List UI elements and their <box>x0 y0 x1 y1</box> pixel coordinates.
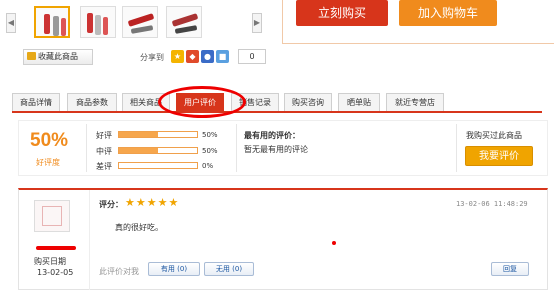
rating-fill <box>119 148 158 153</box>
bought-label: 我购买过此商品 <box>466 131 522 140</box>
add-to-cart-button[interactable]: 加入购物车 <box>399 0 497 26</box>
product-thumbnail[interactable] <box>34 6 70 38</box>
seal-icon <box>42 206 62 226</box>
tab-details[interactable]: 商品详情 <box>12 93 60 111</box>
chevron-right-icon[interactable]: ▶ <box>252 13 262 33</box>
review-timestamp: 13-02-06 11:48:29 <box>456 200 528 208</box>
rating-label-good: 好评 <box>96 131 112 140</box>
divider <box>86 124 87 172</box>
product-thumbnail[interactable] <box>122 6 158 38</box>
rating-bar-good <box>118 131 198 138</box>
redacted-username <box>36 246 76 250</box>
favorite-button[interactable]: 收藏此商品 <box>23 49 93 65</box>
tab-params[interactable]: 商品参数 <box>67 93 117 111</box>
review-text: 真的很好吃。 <box>115 223 163 232</box>
share-count: 0 <box>238 49 266 64</box>
star-icon[interactable]: ★ <box>171 50 184 63</box>
red-dot <box>332 241 336 245</box>
useless-button[interactable]: 无用 (0) <box>204 262 254 276</box>
rating-label-medium: 中评 <box>96 147 112 156</box>
tab-nearby-store[interactable]: 就近专营店 <box>386 93 444 111</box>
most-useful-title: 最有用的评价： <box>244 131 300 140</box>
rating-bar-bad <box>118 162 198 169</box>
divider <box>236 124 237 172</box>
score-label: 评分： <box>99 200 123 209</box>
divider <box>456 124 457 172</box>
star-rating: ★★★★★ <box>125 196 180 209</box>
product-tabs: 商品详情 商品参数 相关商品 用户评价 销售记录 购买咨询 晒单贴 就近专营店 <box>12 93 542 113</box>
product-thumbnail[interactable] <box>80 6 116 38</box>
reply-button[interactable]: 回复 <box>491 262 529 276</box>
write-review-button[interactable]: 我要评价 <box>465 146 533 166</box>
tab-show-order[interactable]: 晒单贴 <box>338 93 380 111</box>
helpful-question: 此评价对我 <box>99 267 139 276</box>
useful-button[interactable]: 有用 (0) <box>148 262 200 276</box>
share-label: 分享到 <box>140 53 164 62</box>
positive-rate: 50% <box>30 130 69 151</box>
avatar <box>34 200 70 232</box>
blue-share-icon[interactable]: ■ <box>216 50 229 63</box>
product-thumbnail[interactable] <box>166 6 202 38</box>
rating-percent-bad: 0% <box>202 162 214 170</box>
buy-date: 13-02-05 <box>37 268 74 277</box>
buy-now-button[interactable]: 立刻购买 <box>296 0 388 26</box>
favorite-label: 收藏此商品 <box>38 52 78 61</box>
thumbnail-carousel: ◀ ▶ <box>6 4 268 40</box>
rating-percent-medium: 50% <box>202 147 218 155</box>
highlight-circle <box>158 86 246 118</box>
group-icon[interactable]: ◆ <box>186 50 199 63</box>
positive-rate-label: 好评度 <box>36 158 60 167</box>
chevron-left-icon[interactable]: ◀ <box>6 13 16 33</box>
rating-label-bad: 差评 <box>96 162 112 171</box>
most-useful-text: 暂无最有用的评论 <box>244 145 308 154</box>
rating-bar-medium <box>118 147 198 154</box>
tab-inquiry[interactable]: 购买咨询 <box>284 93 332 111</box>
rating-percent-good: 50% <box>202 131 218 139</box>
paw-icon[interactable]: ● <box>201 50 214 63</box>
rating-fill <box>119 132 158 137</box>
buy-date-label: 购买日期 <box>34 257 66 266</box>
folder-icon <box>27 52 36 60</box>
